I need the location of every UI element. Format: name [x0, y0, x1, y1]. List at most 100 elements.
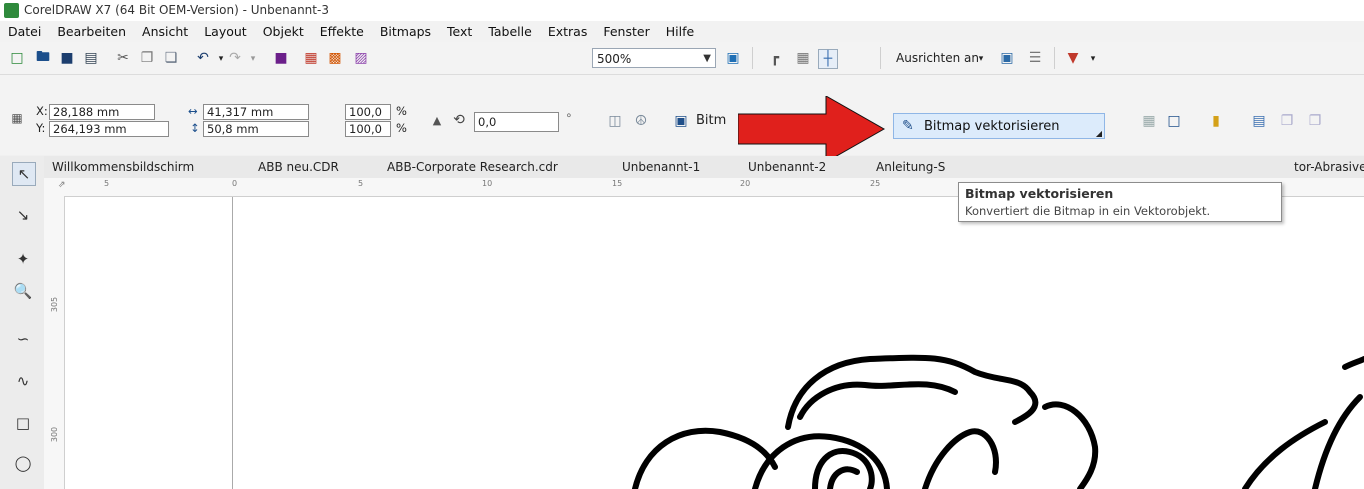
resample-icon[interactable]: □ — [1165, 112, 1183, 130]
publish-pdf-icon[interactable]: ▩ — [326, 49, 344, 67]
menu-bar: Datei Bearbeiten Ansicht Layout Objekt E… — [0, 21, 1364, 42]
menu-ansicht[interactable]: Ansicht — [134, 24, 196, 39]
ruler-tick-label: 5 — [104, 179, 110, 188]
menu-text[interactable]: Text — [439, 24, 480, 39]
tab-anleitung[interactable]: Anleitung-S — [876, 160, 945, 174]
paste-icon[interactable]: ❏ — [162, 49, 180, 67]
width-field[interactable]: 41,317 mm — [203, 104, 309, 120]
ellipse-tool-icon[interactable]: ◯ — [12, 452, 34, 474]
options-icon[interactable]: ▼ — [1064, 49, 1082, 67]
artistic-media-tool-icon[interactable]: ∿ — [12, 370, 34, 392]
toolbox: ↖ ↘ ✦ 🔍 ∽ ∿ □ ◯ — [0, 156, 45, 489]
redo-dropdown-icon[interactable]: ▾ — [244, 50, 262, 68]
mirror-vertical-icon[interactable]: ☮ — [632, 112, 650, 130]
ruler-tick-label: 305 — [50, 296, 60, 313]
full-screen-icon[interactable]: ▣ — [724, 49, 742, 67]
ruler-tick-label: 0 — [232, 179, 238, 188]
pick-tool-icon[interactable]: ↖ — [12, 162, 36, 186]
trace-bitmap-button[interactable]: ✎ Bitmap vektorisieren ◢ — [893, 113, 1105, 139]
zoom-tool-icon[interactable]: 🔍 — [12, 280, 34, 302]
tooltip: Bitmap vektorisieren Konvertiert die Bit… — [958, 182, 1282, 222]
scale-y-field[interactable]: 100,0 — [345, 121, 391, 137]
launcher-icon[interactable]: ▨ — [352, 49, 370, 67]
bitmap-color-mask-icon[interactable]: ▮ — [1207, 112, 1225, 130]
menu-datei[interactable]: Datei — [0, 24, 49, 39]
width-icon: ↔ — [188, 104, 198, 118]
rotation-icon: ⟲ — [453, 112, 465, 128]
export-icon[interactable]: ▦ — [302, 49, 320, 67]
freehand-tool-icon[interactable]: ∽ — [12, 328, 34, 350]
show-grid-icon[interactable]: ▦ — [794, 49, 812, 67]
coreldraw-logo-icon — [4, 3, 19, 18]
undo-icon[interactable]: ↶ — [194, 49, 212, 67]
red-arrow-annotation — [738, 96, 886, 162]
standard-toolbar: □ 🖿 ■ ▤ ✂ ❐ ❏ ↶ ▾ ↷ ▾ ■ ▦ ▩ ▨ 500% ▼ ▣ ┏… — [0, 42, 1364, 75]
snap-to-dropdown[interactable]: Ausrichten an — [896, 51, 979, 65]
menu-effekte[interactable]: Effekte — [312, 24, 372, 39]
show-guidelines-icon[interactable]: ┼ — [818, 49, 838, 69]
chevron-down-icon[interactable]: ▾ — [972, 50, 990, 68]
new-document-icon[interactable]: □ — [8, 49, 26, 67]
edit-bitmap-icon[interactable]: ▣ — [672, 112, 690, 130]
menu-layout[interactable]: Layout — [196, 24, 255, 39]
crop-bitmap-icon[interactable]: ▦ — [1140, 112, 1158, 130]
rotation-field[interactable]: 0,0 — [474, 112, 559, 132]
percent-label: % — [396, 104, 407, 118]
ruler-tick-label: 25 — [870, 179, 881, 188]
scale-x-field[interactable]: 100,0 — [345, 104, 391, 120]
drawing-canvas[interactable] — [65, 197, 1364, 489]
print-icon[interactable]: ▤ — [82, 49, 100, 67]
shape-tool-icon[interactable]: ↘ — [12, 204, 34, 226]
height-field[interactable]: 50,8 mm — [203, 121, 309, 137]
zoom-level-combo[interactable]: 500% ▼ — [592, 48, 716, 68]
edit-bitmap-label[interactable]: Bitm — [696, 113, 726, 128]
menu-bearbeiten[interactable]: Bearbeiten — [49, 24, 134, 39]
tab-abb-corporate-research[interactable]: ABB-Corporate Research.cdr — [387, 160, 558, 174]
open-folder-icon[interactable]: 🖿 — [34, 49, 52, 67]
tab-abb-neu[interactable]: ABB neu.CDR — [258, 160, 339, 174]
flyout-corner-icon: ◢ — [1095, 129, 1102, 138]
menu-bitmaps[interactable]: Bitmaps — [372, 24, 439, 39]
separator — [1054, 47, 1055, 69]
tooltip-description: Konvertiert die Bitmap in ein Vektorobje… — [965, 204, 1211, 218]
cut-icon[interactable]: ✂ — [114, 49, 132, 67]
menu-extras[interactable]: Extras — [540, 24, 596, 39]
save-icon[interactable]: ■ — [58, 49, 76, 67]
menu-fenster[interactable]: Fenster — [595, 24, 657, 39]
ruler-tick-label: 5 — [358, 179, 364, 188]
rose-bitmap[interactable] — [625, 337, 1364, 489]
show-rulers-icon[interactable]: ┏ — [766, 49, 784, 67]
x-position-field[interactable]: 28,188 mm — [49, 104, 155, 120]
object-origin-icon[interactable]: ▦ — [8, 109, 26, 127]
ruler-tick-label: 300 — [50, 426, 60, 443]
page-border — [232, 197, 233, 489]
to-front-icon[interactable]: ❐ — [1278, 112, 1296, 130]
lock-ratio-icon[interactable]: ▲ — [428, 111, 446, 129]
options-dropdown-icon[interactable]: ▾ — [1084, 50, 1102, 68]
chevron-down-icon: ▼ — [703, 53, 711, 64]
wrap-text-icon[interactable]: ▤ — [1250, 112, 1268, 130]
vertical-ruler[interactable]: 305 300 — [44, 196, 65, 489]
alignment-guides-icon[interactable]: ☰ — [1026, 49, 1044, 67]
tab-willkommensbildschirm[interactable]: Willkommensbildschirm — [52, 160, 194, 174]
menu-tabelle[interactable]: Tabelle — [480, 24, 540, 39]
dynamic-guides-icon[interactable]: ▣ — [998, 49, 1016, 67]
rectangle-tool-icon[interactable]: □ — [12, 412, 34, 434]
crop-tool-icon[interactable]: ✦ — [12, 248, 34, 270]
y-position-field[interactable]: 264,193 mm — [49, 121, 169, 137]
separator — [752, 47, 753, 69]
redo-icon[interactable]: ↷ — [226, 49, 244, 67]
tab-unbenannt-1[interactable]: Unbenannt-1 — [622, 160, 700, 174]
zoom-value: 500% — [597, 52, 632, 66]
copy-icon[interactable]: ❐ — [138, 49, 156, 67]
tab-abrasive[interactable]: tor-Abrasive — [1294, 160, 1364, 174]
tab-unbenannt-2[interactable]: Unbenannt-2 — [748, 160, 826, 174]
mirror-horizontal-icon[interactable]: ◫ — [606, 112, 624, 130]
import-icon[interactable]: ■ — [272, 49, 290, 67]
menu-hilfe[interactable]: Hilfe — [658, 24, 702, 39]
title-bar: CorelDRAW X7 (64 Bit OEM-Version) - Unbe… — [0, 0, 1364, 21]
menu-objekt[interactable]: Objekt — [255, 24, 312, 39]
height-icon: ↕ — [190, 121, 200, 135]
tooltip-title: Bitmap vektorisieren — [965, 186, 1114, 201]
to-back-icon[interactable]: ❐ — [1306, 112, 1324, 130]
